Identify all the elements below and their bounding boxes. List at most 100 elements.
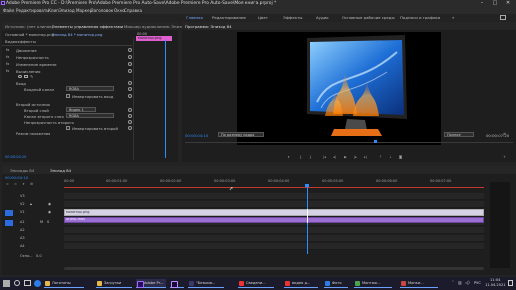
track-v1-label[interactable]: V1 xyxy=(20,210,25,214)
source-patch-v1[interactable] xyxy=(5,210,13,216)
menu-sequence[interactable]: Эпизод xyxy=(59,8,75,13)
quick-export-icon[interactable] xyxy=(500,15,506,20)
taskbar-after-effects[interactable] xyxy=(170,279,184,288)
effect-calculations[interactable]: Вычисления xyxy=(16,69,40,74)
track-eye-icon-v2[interactable]: ◉ xyxy=(48,202,51,206)
maximize-button[interactable]: □ xyxy=(489,0,501,7)
fit-select[interactable]: По размеру кадра xyxy=(218,132,264,137)
track-v2[interactable] xyxy=(64,201,484,208)
track-a3-label[interactable]: A3 xyxy=(20,236,25,240)
track-v2-label[interactable]: V2 xyxy=(20,202,25,206)
track-mute-a1[interactable]: M xyxy=(40,220,43,224)
track-a3[interactable] xyxy=(64,235,484,242)
workspace-color[interactable]: Цвет xyxy=(258,15,268,20)
tray-time[interactable]: 11:04 xyxy=(490,278,500,282)
reset-icon-11[interactable] xyxy=(128,126,132,130)
effect-opacity[interactable]: Непрозрачность xyxy=(16,55,49,60)
workspace-effects[interactable]: Эффекты xyxy=(283,15,302,20)
reset-icon-8[interactable] xyxy=(128,108,132,112)
go-to-out-icon[interactable]: ▸| xyxy=(363,155,368,160)
track-v3-label[interactable]: V3 xyxy=(20,194,25,198)
taskbar-photos[interactable]: Фото xyxy=(324,279,348,288)
mask-rect-icon[interactable] xyxy=(24,75,28,78)
mask-pen-icon[interactable]: ✎ xyxy=(30,74,33,79)
program-timecode[interactable]: 00:00:04:10 xyxy=(185,133,208,138)
tray-up-icon[interactable]: ˄ xyxy=(452,280,454,285)
tray-network-icon[interactable]: ▥ xyxy=(458,280,462,285)
tray-volume-icon[interactable]: ◁) xyxy=(465,280,470,285)
settings-icon[interactable]: ⚙ xyxy=(502,132,507,137)
timeline-horizontal-scrollbar[interactable] xyxy=(64,267,484,270)
track-a2-label[interactable]: A2 xyxy=(20,228,25,232)
go-to-in-icon[interactable]: |◂ xyxy=(322,155,327,160)
input-channel-select[interactable]: RGBA xyxy=(66,86,114,91)
invert-input-checkbox[interactable] xyxy=(66,94,70,98)
reset-icon-5[interactable] xyxy=(128,81,132,85)
reset-icon-10[interactable] xyxy=(128,120,132,124)
export-frame-icon[interactable]: ◙ xyxy=(398,155,403,160)
mark-in-icon[interactable]: { xyxy=(298,155,303,160)
menu-help[interactable]: Справка xyxy=(124,8,142,13)
menu-marker[interactable]: Маркер xyxy=(76,8,92,13)
play-icon[interactable]: ▶ xyxy=(343,155,348,160)
program-playhead[interactable] xyxy=(374,140,377,143)
taskbar-info[interactable]: Сведени... xyxy=(238,279,274,288)
workspaces-more-icon[interactable]: » xyxy=(452,15,454,20)
program-scrub-bar[interactable] xyxy=(185,142,513,143)
add-timeline-marker-icon[interactable]: ▾ xyxy=(21,182,26,187)
sequence-header[interactable]: Эпизод 84 * монитор.png xyxy=(52,32,102,37)
timeline-playhead-handle[interactable] xyxy=(305,184,309,187)
effect-time-remap[interactable]: Изменение времени xyxy=(16,62,57,67)
tab-sequences[interactable]: Эпизоды 84 xyxy=(10,168,34,173)
menu-edit[interactable]: Редактировать xyxy=(16,8,49,13)
search-icon[interactable] xyxy=(14,280,20,286)
source-header[interactable]: Основной * монитор.png xyxy=(5,32,54,37)
add-marker-icon[interactable]: ▾ xyxy=(286,155,291,160)
effect-motion[interactable]: Движение xyxy=(16,48,37,53)
taskbar-montage[interactable]: Монтаж... xyxy=(354,279,392,288)
taskbar-premiere[interactable]: Adobe Pr... xyxy=(136,279,166,288)
taskbar-downloads[interactable]: Загрузки xyxy=(96,279,132,288)
timeline-settings-icon[interactable]: ⚙ xyxy=(29,182,34,187)
taskbar-video[interactable]: видео д... xyxy=(284,279,318,288)
clip-fire[interactable] xyxy=(64,217,484,223)
taskbar-monkey[interactable]: Монки... xyxy=(400,279,438,288)
tab-source[interactable]: Источник: (нет клипов) xyxy=(5,24,53,29)
invert-second-checkbox[interactable] xyxy=(66,126,70,130)
menu-title[interactable]: Заголовок xyxy=(91,8,113,13)
notifications-icon[interactable] xyxy=(508,280,513,286)
close-button[interactable]: ✕ xyxy=(502,0,514,7)
tab-sequence-84[interactable]: Эпизод 84 xyxy=(50,168,71,173)
workspace-edit[interactable]: Редактирование xyxy=(212,15,246,20)
lift-icon[interactable]: ⇡ xyxy=(378,155,383,160)
source-patch-a1[interactable] xyxy=(5,220,13,226)
clip-monitor[interactable] xyxy=(64,209,484,216)
snap-icon[interactable]: ⊂ xyxy=(5,182,10,187)
workspace-audio[interactable]: Аудио xyxy=(316,15,329,20)
timeline-timecode[interactable]: 00:00:04:10 xyxy=(5,175,28,180)
minimize-button[interactable]: – xyxy=(476,0,488,7)
track-solo-a1[interactable]: S xyxy=(47,220,49,224)
reset-icon-6[interactable] xyxy=(128,87,132,91)
button-editor-icon[interactable]: + xyxy=(502,155,507,160)
track-a2[interactable] xyxy=(64,227,484,234)
reset-icon-1[interactable] xyxy=(128,48,132,52)
workspace-essentials[interactable]: Основные рабочие среды xyxy=(342,15,395,20)
step-forward-icon[interactable]: |▸ xyxy=(353,155,358,160)
taskbar-untitled[interactable]: "Безымя... xyxy=(188,279,224,288)
track-lock-icon-v2[interactable]: 🔒︎ xyxy=(30,202,32,206)
second-layer-channel-select[interactable]: RGBA xyxy=(66,113,114,118)
task-view-icon[interactable] xyxy=(24,280,31,286)
tray-language[interactable]: РУС xyxy=(474,281,481,285)
tray-date[interactable]: 11.04.2021 xyxy=(485,283,506,287)
reset-icon-9[interactable] xyxy=(128,114,132,118)
tab-program[interactable]: Программа: Эпизод 84 xyxy=(185,24,232,29)
work-area-bar[interactable] xyxy=(64,187,484,188)
reset-icon-3[interactable] xyxy=(128,62,132,66)
extract-icon[interactable]: ⇣ xyxy=(388,155,393,160)
menu-clip[interactable]: Клип xyxy=(48,8,59,13)
track-v3[interactable] xyxy=(64,193,484,200)
track-a1-label[interactable]: A1 xyxy=(20,220,25,224)
track-a4-label[interactable]: A4 xyxy=(20,244,25,248)
mask-ellipse-icon[interactable] xyxy=(18,75,22,78)
